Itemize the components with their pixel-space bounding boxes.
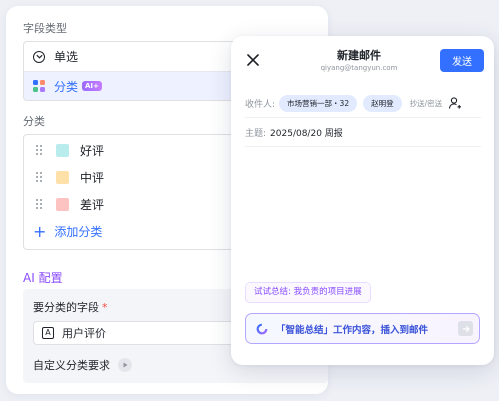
category-section-label: 分类: [23, 115, 45, 128]
type-option-label: 分类: [54, 79, 79, 94]
text-field-icon: A: [42, 327, 54, 339]
recipient-chip[interactable]: 赵明登: [363, 94, 402, 112]
classify-field-text: 要分类的字段: [33, 301, 99, 314]
cc-bcc-link[interactable]: 抄送/密送: [410, 98, 443, 109]
ai-logo-icon: [256, 323, 268, 335]
subject-row[interactable]: 主题: 2025/08/20 周报: [245, 126, 343, 139]
recipient-label: 收件人:: [245, 99, 276, 110]
selected-field-value: 用户评价: [62, 327, 106, 340]
category-item[interactable]: 差评: [24, 191, 104, 217]
type-option-label: 单选: [54, 50, 79, 64]
custom-requirement-label: 自定义分类要求: [33, 359, 110, 372]
drag-handle-icon[interactable]: [36, 145, 46, 155]
category-label: 差评: [80, 197, 105, 212]
category-label: 中评: [80, 170, 105, 185]
ai-config-title: AI 配置: [23, 271, 63, 285]
add-person-icon[interactable]: [448, 96, 462, 110]
submit-arrow-icon[interactable]: [458, 321, 473, 336]
radio-check-icon: [33, 50, 45, 63]
category-item[interactable]: 中评: [24, 164, 104, 190]
divider: [245, 146, 481, 147]
ai-prompt-text: 「智能总结」工作内容，插入到邮件: [276, 324, 429, 336]
ai-plus-badge: AI+: [82, 81, 102, 91]
dialog-title: 新建邮件: [337, 49, 381, 62]
category-label: 好评: [80, 143, 105, 158]
field-type-label: 字段类型: [23, 22, 67, 35]
custom-requirement-toggle[interactable]: 自定义分类要求: [33, 357, 132, 373]
category-grid-icon: [33, 80, 45, 92]
color-swatch[interactable]: [56, 197, 69, 211]
plus-icon: +: [33, 221, 47, 241]
expand-arrow-icon[interactable]: [118, 358, 132, 372]
sender-address: qiyang@tangyun.com: [320, 64, 398, 72]
category-item[interactable]: 好评: [24, 137, 104, 163]
classify-field-label: 要分类的字段 *: [33, 299, 108, 315]
new-email-dialog: 新建邮件 qiyang@tangyun.com 发送 收件人: 市场营销一部・3…: [231, 36, 494, 365]
add-category-label: 添加分类: [54, 225, 103, 239]
send-button[interactable]: 发送: [440, 49, 484, 72]
close-icon[interactable]: [246, 52, 260, 66]
subject-label: 主题:: [245, 129, 267, 139]
color-swatch[interactable]: [56, 143, 69, 157]
ai-prompt-input[interactable]: 「智能总结」工作内容，插入到邮件: [245, 313, 480, 344]
recipient-row: 收件人: 市场营销一部・32 赵明登 抄送/密送: [245, 93, 489, 113]
add-category-button[interactable]: + 添加分类: [33, 223, 102, 240]
required-mark: *: [102, 301, 108, 314]
divider: [245, 117, 481, 118]
color-swatch[interactable]: [56, 170, 69, 184]
subject-value: 2025/08/20 周报: [270, 129, 343, 139]
drag-handle-icon[interactable]: [36, 199, 46, 209]
ai-suggestion-chip[interactable]: 试试总结: 我负责的项目进展: [245, 282, 371, 303]
drag-handle-icon[interactable]: [36, 172, 46, 182]
recipient-chip[interactable]: 市场营销一部・32: [279, 94, 358, 112]
